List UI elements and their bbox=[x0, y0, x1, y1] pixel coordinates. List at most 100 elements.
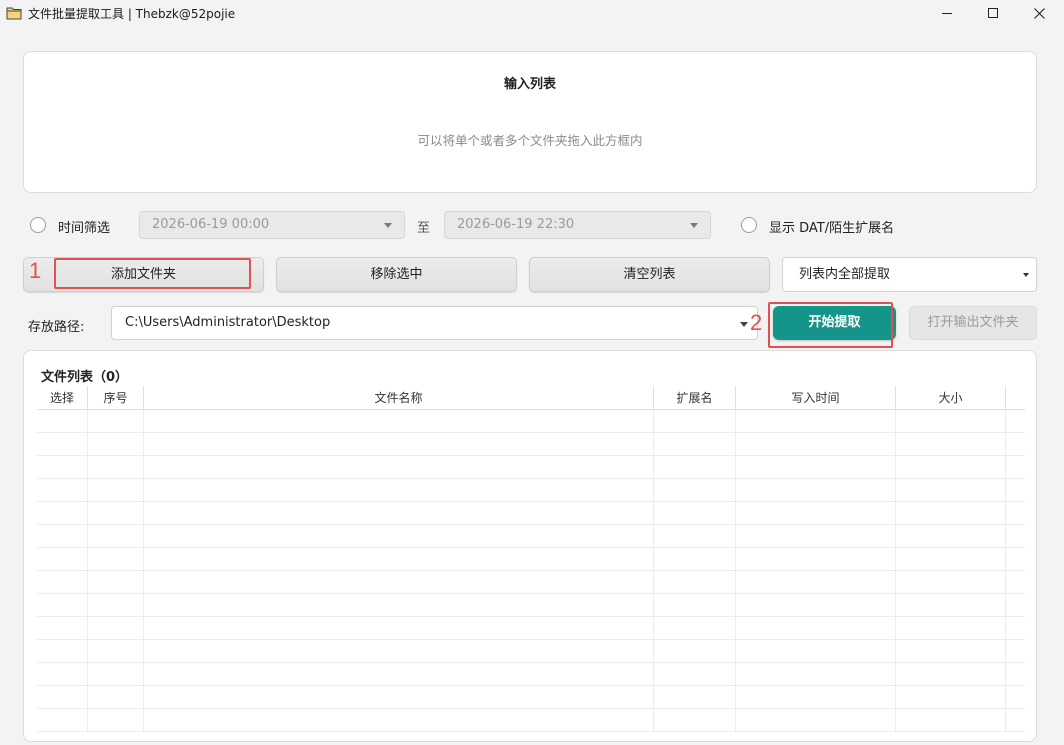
remove-selected-label: 移除选中 bbox=[370, 267, 423, 282]
table-cell-empty bbox=[896, 525, 1006, 548]
extract-mode-select[interactable]: 列表内全部提取 bbox=[782, 257, 1037, 292]
close-button[interactable] bbox=[1016, 0, 1062, 26]
table-cell-empty bbox=[654, 502, 736, 525]
table-row-empty bbox=[37, 594, 1025, 617]
dropdown-arrow-icon bbox=[384, 223, 392, 228]
clear-list-label: 清空列表 bbox=[623, 267, 676, 282]
table-cell-empty bbox=[736, 594, 896, 617]
table-row-empty bbox=[37, 525, 1025, 548]
table-cell-empty bbox=[896, 456, 1006, 479]
output-path-input[interactable]: C:\Users\Administrator\Desktop bbox=[111, 306, 758, 340]
table-cell-empty bbox=[736, 479, 896, 502]
table-cell-empty bbox=[37, 410, 88, 433]
table-cell-empty bbox=[736, 525, 896, 548]
table-cell-empty bbox=[37, 640, 88, 663]
table-cell-empty bbox=[144, 525, 654, 548]
table-cell-empty bbox=[654, 433, 736, 456]
table-cell-empty bbox=[88, 617, 144, 640]
time-filter-label: 时间筛选 bbox=[58, 221, 111, 236]
table-cell-empty bbox=[88, 456, 144, 479]
start-time-value: 2026-06-19 00:00 bbox=[152, 217, 270, 232]
minimize-icon bbox=[942, 12, 952, 14]
table-header: 选择 序号 文件名称 扩展名 写入时间 大小 bbox=[37, 386, 1025, 410]
table-cell-empty bbox=[654, 640, 736, 663]
column-header-size[interactable]: 大小 bbox=[896, 386, 1006, 410]
remove-selected-button[interactable]: 移除选中 bbox=[276, 257, 517, 292]
table-cell-empty bbox=[144, 548, 654, 571]
table-cell-empty bbox=[736, 502, 896, 525]
annotation-number-1: 1 bbox=[29, 258, 42, 283]
table-row-empty bbox=[37, 686, 1025, 709]
output-path-value: C:\Users\Administrator\Desktop bbox=[125, 315, 331, 330]
table-cell-empty bbox=[37, 594, 88, 617]
table-cell-empty bbox=[654, 594, 736, 617]
table-cell-empty bbox=[88, 502, 144, 525]
table-cell-empty bbox=[88, 709, 144, 732]
table-row-empty bbox=[37, 571, 1025, 594]
table-cell-empty bbox=[144, 410, 654, 433]
folder-icon bbox=[6, 7, 22, 20]
table-cell-empty bbox=[37, 663, 88, 686]
column-header-filename[interactable]: 文件名称 bbox=[144, 386, 654, 410]
column-header-extension[interactable]: 扩展名 bbox=[654, 386, 736, 410]
table-cell-empty bbox=[144, 663, 654, 686]
table-cell-empty bbox=[896, 640, 1006, 663]
path-label: 存放路径: bbox=[28, 320, 85, 335]
table-cell-empty bbox=[654, 686, 736, 709]
table-cell-empty bbox=[736, 548, 896, 571]
table-cell-empty bbox=[88, 548, 144, 571]
clear-list-button[interactable]: 清空列表 bbox=[529, 257, 770, 292]
time-filter-radio[interactable] bbox=[30, 217, 46, 233]
table-cell-empty bbox=[37, 617, 88, 640]
table-cell-empty bbox=[37, 686, 88, 709]
table-cell-empty bbox=[144, 479, 654, 502]
file-list-title: 文件列表（0） bbox=[41, 370, 129, 385]
table-cell-empty bbox=[37, 548, 88, 571]
table-cell-empty bbox=[654, 617, 736, 640]
table-cell-empty bbox=[736, 617, 896, 640]
dropdown-arrow-icon bbox=[1023, 273, 1029, 277]
table-cell-empty bbox=[37, 456, 88, 479]
table-cell-empty bbox=[654, 663, 736, 686]
input-zone-title: 输入列表 bbox=[503, 77, 556, 92]
table-cell-empty bbox=[736, 433, 896, 456]
table-cell-empty bbox=[88, 479, 144, 502]
table-cell-empty bbox=[736, 571, 896, 594]
table-row-empty bbox=[37, 548, 1025, 571]
table-cell-empty bbox=[736, 410, 896, 433]
open-output-folder-label: 打开输出文件夹 bbox=[927, 315, 1019, 330]
add-folder-button[interactable]: 添加文件夹 bbox=[23, 257, 264, 292]
dropdown-arrow-icon bbox=[740, 322, 748, 327]
table-cell-empty bbox=[144, 686, 654, 709]
maximize-button[interactable] bbox=[970, 0, 1016, 26]
start-time-combo[interactable]: 2026-06-19 00:00 bbox=[139, 211, 405, 239]
show-ext-radio[interactable] bbox=[741, 217, 757, 233]
table-cell-empty bbox=[144, 640, 654, 663]
table-cell-empty bbox=[88, 410, 144, 433]
column-header-write-time[interactable]: 写入时间 bbox=[736, 386, 896, 410]
table-row-empty bbox=[37, 479, 1025, 502]
close-icon bbox=[1033, 7, 1045, 19]
table-cell-empty bbox=[37, 709, 88, 732]
dropdown-arrow-icon bbox=[690, 223, 698, 228]
table-cell-empty bbox=[736, 686, 896, 709]
table-cell-empty bbox=[88, 640, 144, 663]
table-cell-empty bbox=[896, 502, 1006, 525]
start-extract-button[interactable]: 开始提取 bbox=[773, 306, 896, 340]
open-output-folder-button[interactable]: 打开输出文件夹 bbox=[909, 306, 1037, 340]
title-bar: 文件批量提取工具 | Thebzk@52pojie bbox=[0, 0, 1064, 26]
table-row-empty bbox=[37, 709, 1025, 732]
table-cell-empty bbox=[37, 479, 88, 502]
column-header-select[interactable]: 选择 bbox=[37, 386, 88, 410]
minimize-button[interactable] bbox=[924, 0, 970, 26]
column-header-index[interactable]: 序号 bbox=[88, 386, 144, 410]
table-cell-empty bbox=[896, 410, 1006, 433]
table-cell-empty bbox=[654, 571, 736, 594]
table-cell-empty bbox=[896, 709, 1006, 732]
end-time-value: 2026-06-19 22:30 bbox=[457, 217, 575, 232]
table-cell-empty bbox=[37, 433, 88, 456]
table-cell-empty bbox=[896, 617, 1006, 640]
input-drop-zone[interactable]: 输入列表 可以将单个或者多个文件夹拖入此方框内 bbox=[23, 51, 1037, 193]
end-time-combo[interactable]: 2026-06-19 22:30 bbox=[444, 211, 711, 239]
annotation-number-2: 2 bbox=[750, 310, 763, 335]
